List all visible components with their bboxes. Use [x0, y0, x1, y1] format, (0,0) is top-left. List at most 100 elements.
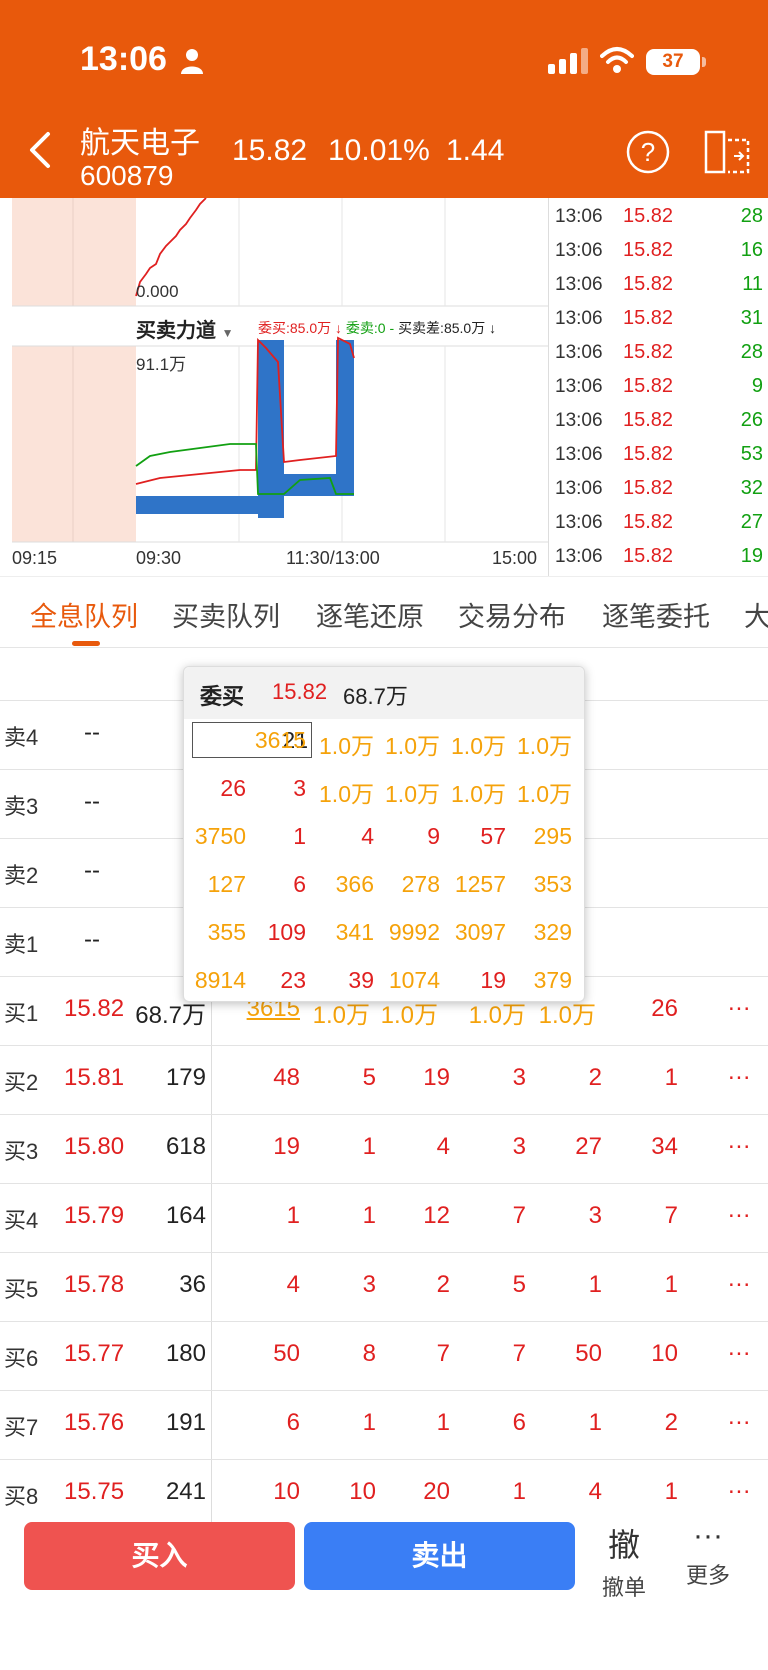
row-label: 买3: [4, 1139, 39, 1164]
popup-cell: 3097: [454, 919, 506, 945]
queue-cell: 34: [651, 1133, 678, 1160]
popup-cell: 355: [207, 919, 246, 945]
tab-more[interactable]: 大: [744, 595, 768, 634]
popup-cell: 4: [361, 823, 374, 849]
bid-queue-popup[interactable]: 委买 15.82 68.7万 21 3615 1.0万 1.0万 1.0万 1.…: [183, 666, 585, 1002]
popup-cell: 1.0万: [319, 733, 374, 759]
queue-cell: 3: [512, 1064, 526, 1091]
row-more-button[interactable]: ...: [728, 989, 751, 1017]
buy-row[interactable]: 买4 15.79 164 1 1 12 7 3 7 ...: [0, 1183, 768, 1252]
row-more-button[interactable]: ...: [728, 1403, 751, 1431]
queue-cell: 3: [512, 1133, 526, 1160]
wifi-icon: [600, 47, 634, 73]
buy-row[interactable]: 买7 15.76 191 6 1 1 6 1 2 ...: [0, 1390, 768, 1459]
switch-layout-icon[interactable]: [704, 130, 750, 174]
popup-cell: 9: [427, 823, 440, 849]
more-label: 更多: [685, 1563, 730, 1588]
back-arrow-icon[interactable]: [26, 130, 56, 170]
tick-row: 13:06 15.82 9: [555, 375, 763, 397]
cancel-icon: 撤: [607, 1527, 640, 1563]
popup-cell: 366: [335, 871, 374, 897]
popup-cell: 295: [533, 823, 572, 849]
popup-cell: 127: [207, 871, 246, 897]
row-volume: 164: [165, 1202, 206, 1229]
queue-cell: 5: [362, 1064, 376, 1091]
queue-cell: 20: [423, 1478, 450, 1505]
tab-tick-restore[interactable]: 逐笔还原: [316, 595, 424, 634]
popup-cell: 1.0万: [451, 781, 506, 807]
stock-name: 航天电子: [80, 127, 200, 160]
popup-cell: 1.0万: [451, 733, 506, 759]
indicator-select[interactable]: 买卖力道 ▼: [136, 314, 233, 343]
row-more-button[interactable]: ...: [728, 1196, 751, 1224]
legend-separator: -: [385, 320, 399, 336]
popup-cell: 8914: [194, 967, 246, 993]
row-label: 买2: [4, 1070, 39, 1095]
buy-row[interactable]: 买6 15.77 180 50 8 7 7 50 10 ...: [0, 1321, 768, 1390]
time-label: 15:00: [492, 548, 538, 568]
row-price: 15.79: [64, 1202, 125, 1229]
popup-title: 委买: [200, 684, 245, 709]
buy-row[interactable]: 买3 15.80 618 19 1 4 3 27 34 ...: [0, 1114, 768, 1183]
buy-button[interactable]: 买入: [24, 1522, 295, 1590]
sell-button[interactable]: 卖出: [304, 1522, 575, 1590]
queue-cell: 1: [588, 1271, 602, 1298]
person-icon: [181, 49, 203, 74]
tab-tick-orders[interactable]: 逐笔委托: [602, 595, 710, 634]
queue-cell: 3: [588, 1202, 602, 1229]
popup-cell: 1.0万: [517, 781, 572, 807]
row-label: 卖1: [4, 932, 39, 957]
row-more-button[interactable]: ...: [728, 1058, 751, 1086]
row-price: 15.75: [64, 1478, 125, 1505]
row-more-button[interactable]: ...: [728, 1265, 751, 1293]
row-label: 卖3: [4, 794, 39, 819]
queue-cell: 1: [664, 1064, 678, 1091]
arrow-down-icon: ↓: [331, 320, 346, 336]
popup-price: 15.82: [272, 679, 328, 704]
queue-cell: 48: [273, 1064, 300, 1091]
cancel-order-button[interactable]: 撤 撤单: [592, 1520, 656, 1600]
indicator-label: 买卖力道: [136, 320, 216, 342]
queue-cell: 19: [423, 1064, 450, 1091]
row-more-button[interactable]: ...: [728, 1334, 751, 1362]
price-axis-min: 0.000: [136, 282, 179, 301]
current-price: 15.82: [232, 134, 308, 167]
tab-bar: 全息队列 买卖队列 逐笔还原 交易分布 逐笔委托 大: [0, 576, 768, 648]
more-button[interactable]: ··· 更多: [676, 1520, 740, 1600]
row-label: 买1: [4, 1001, 39, 1026]
row-more-button[interactable]: ...: [728, 1127, 751, 1155]
row-label: 买5: [4, 1277, 39, 1302]
queue-cell: 7: [512, 1202, 526, 1229]
popup-cell: 1.0万: [385, 733, 440, 759]
popup-cell: 109: [267, 919, 306, 945]
tab-full-queue[interactable]: 全息队列: [30, 595, 138, 634]
row-label: 卖2: [4, 863, 39, 888]
row-price: --: [84, 719, 100, 746]
row-price: 15.82: [64, 995, 125, 1022]
intraday-chart[interactable]: 0.000 买卖力道 ▼ 委买:85.0万 ↓ 委卖:0 - 买卖差:85.0万…: [0, 198, 548, 576]
more-dots-icon: ···: [693, 1519, 723, 1552]
queue-cell: 5: [512, 1271, 526, 1298]
battery-indicator: 37: [646, 49, 706, 75]
help-icon[interactable]: ?: [626, 130, 670, 174]
row-price: --: [84, 926, 100, 953]
row-volume: 180: [165, 1340, 206, 1367]
tick-list[interactable]: 13:06 15.82 28 13:06 15.82 16 13:06 15.82 11 1…: [548, 198, 768, 576]
popup-cell: 1074: [388, 967, 440, 993]
tab-bid-ask-queue[interactable]: 买卖队列: [172, 595, 280, 634]
cancel-label: 撤单: [601, 1575, 646, 1600]
queue-cell: 3: [362, 1271, 376, 1298]
popup-cell: 1.0万: [517, 733, 572, 759]
row-more-button[interactable]: ...: [728, 1472, 751, 1500]
popup-header: 委买 15.82 68.7万: [184, 667, 584, 719]
buy-row[interactable]: 买5 15.78 36 4 3 2 5 1 1 ...: [0, 1252, 768, 1321]
tick-row: 13:06 15.82 26: [555, 409, 763, 431]
queue-cell: 2: [664, 1409, 678, 1436]
popup-cell: 9992: [388, 919, 440, 945]
buy-row[interactable]: 买2 15.81 179 48 5 19 3 2 1 ...: [0, 1045, 768, 1114]
buy-row[interactable]: 买8 15.75 241 10 10 20 1 4 1 ...: [0, 1459, 768, 1528]
queue-cell: 1: [436, 1409, 450, 1436]
tab-trade-distribution[interactable]: 交易分布: [458, 595, 566, 634]
queue-cell: 50: [575, 1340, 602, 1367]
queue-cell: 26: [651, 995, 678, 1022]
